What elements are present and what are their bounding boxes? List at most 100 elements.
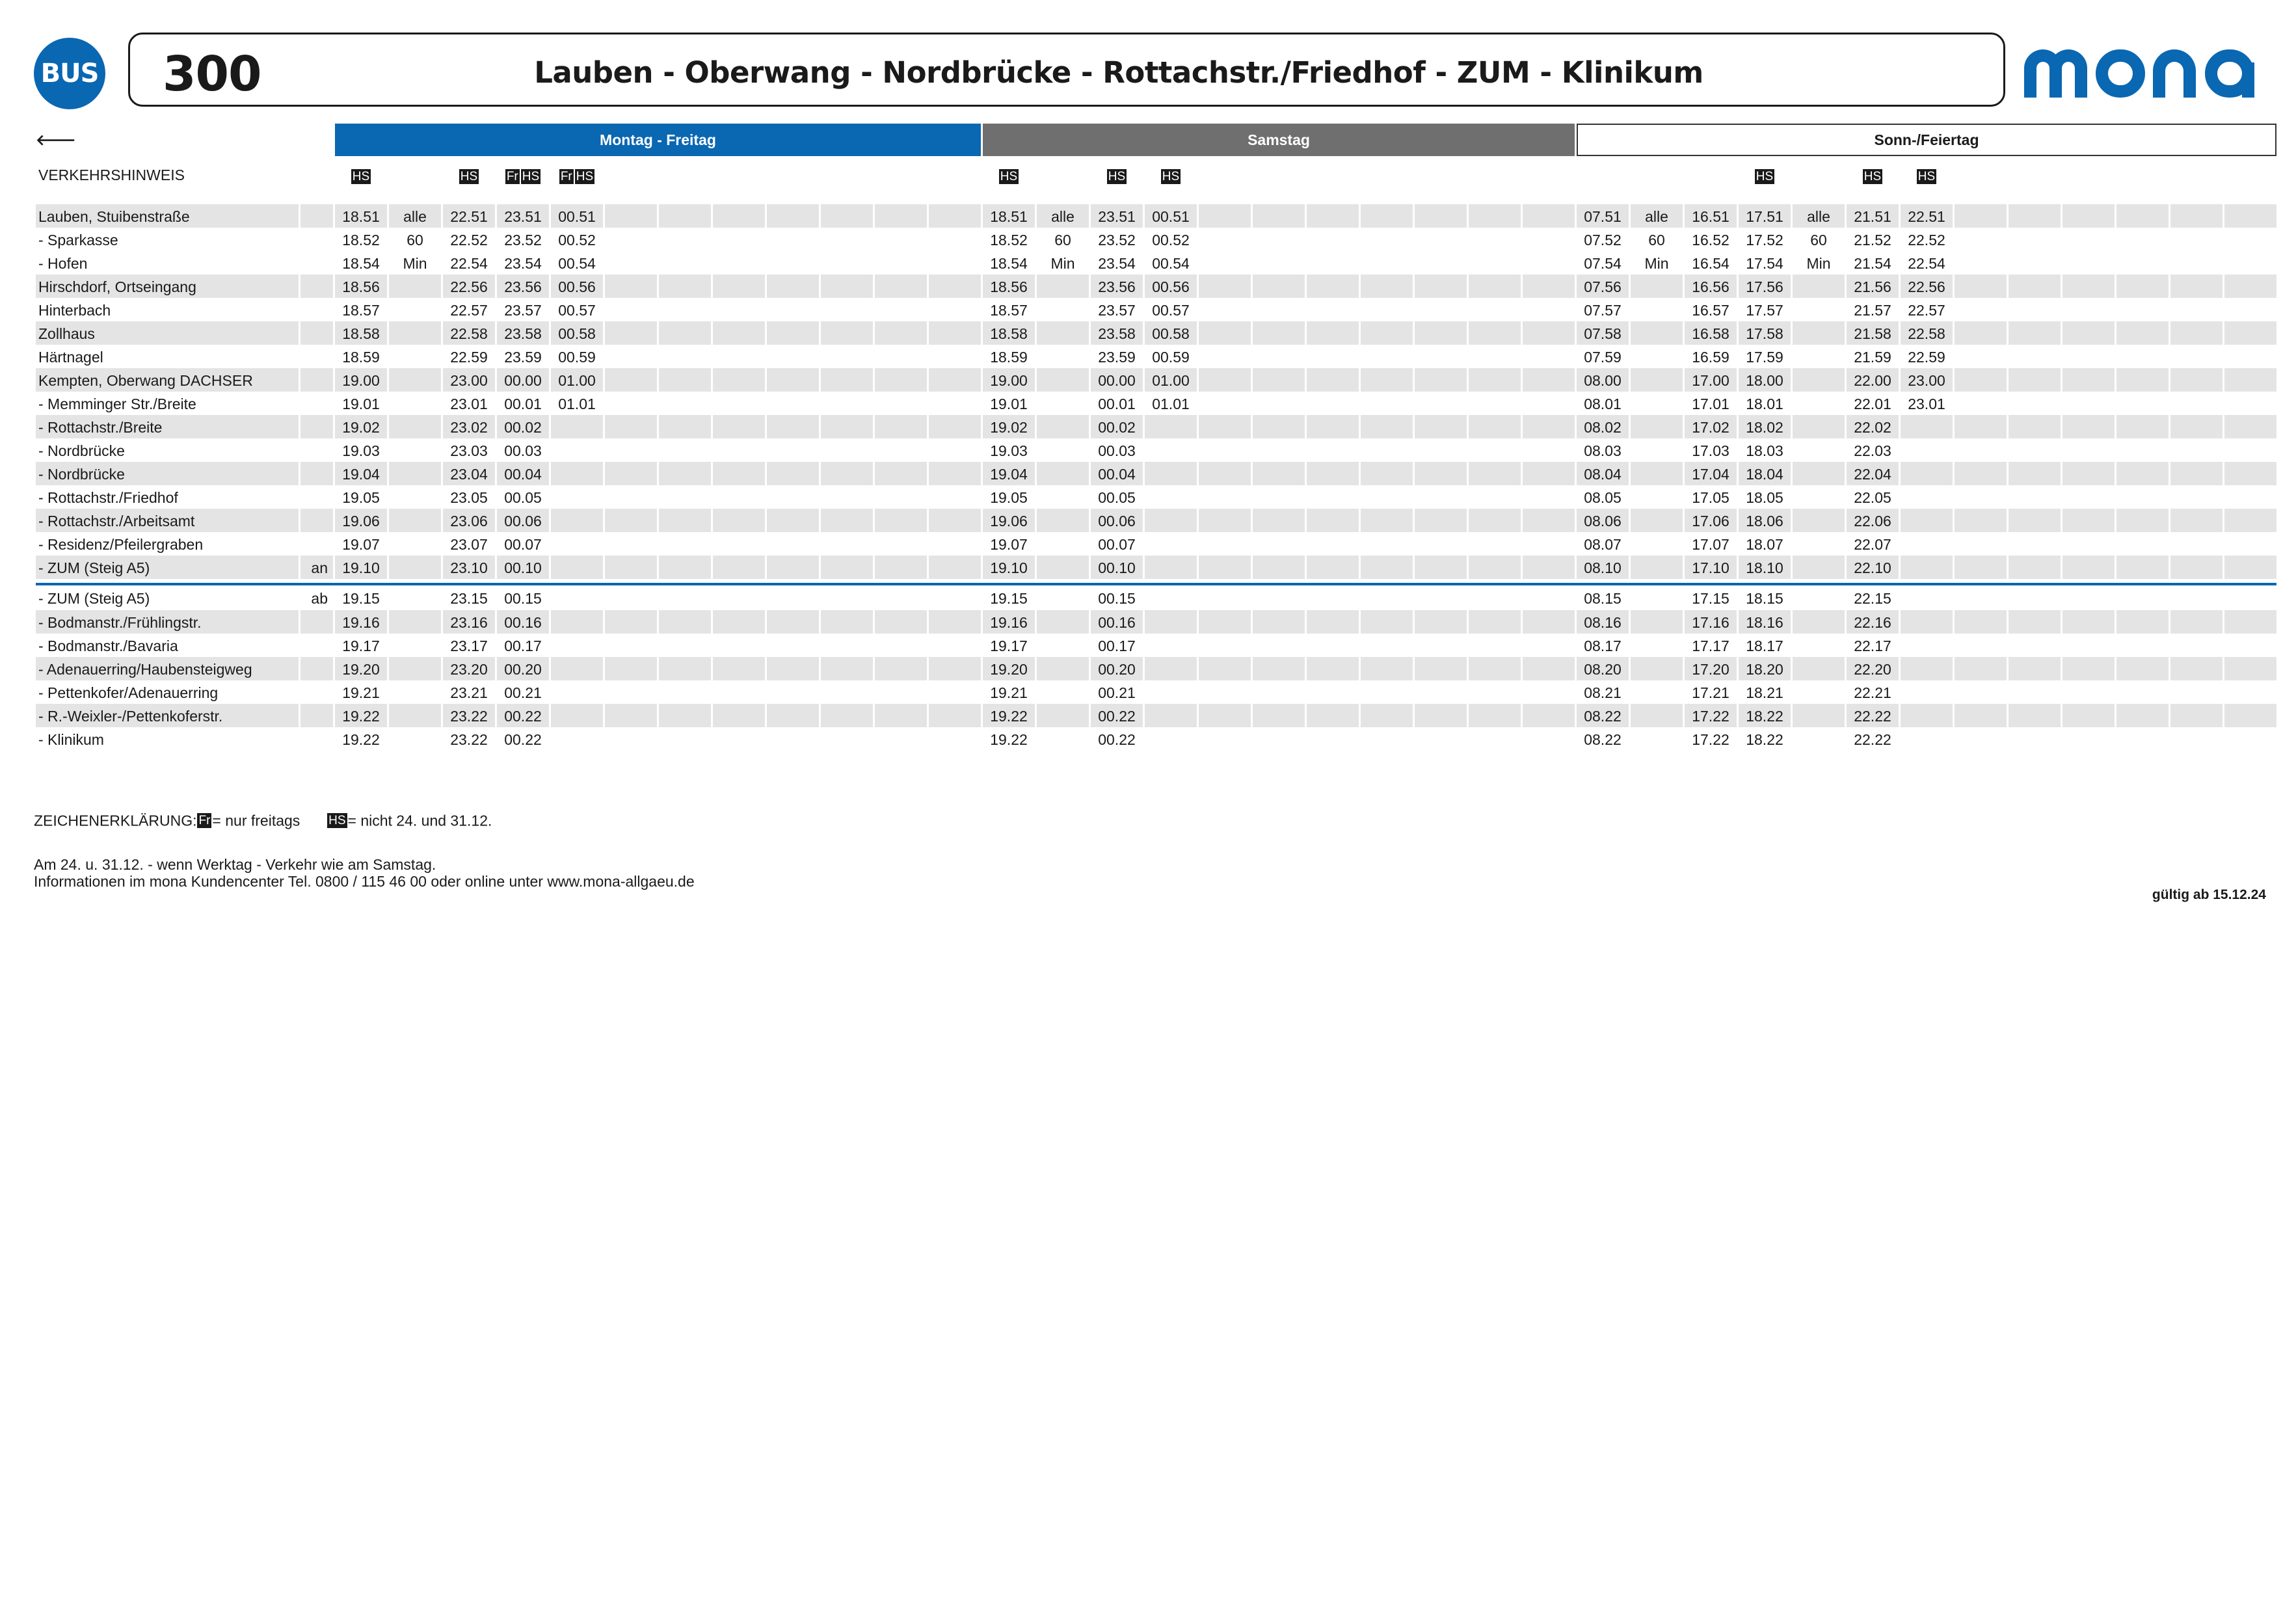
time-cell — [1361, 345, 1413, 368]
time-cell — [659, 392, 711, 415]
time-cell — [1793, 368, 1845, 392]
time-cell — [389, 680, 441, 704]
time-cell: 22.54 — [450, 254, 488, 272]
time-cell — [875, 485, 927, 509]
time-cell: 07.56 — [1577, 275, 1629, 298]
time-cell: 22.56 — [443, 275, 495, 298]
time-cell — [1253, 727, 1305, 751]
time-cell: 00.00 — [497, 368, 549, 392]
time-cell — [767, 509, 819, 532]
time-cell: 22.57 — [1908, 301, 1945, 319]
time-cell — [2116, 610, 2169, 634]
time-cell — [713, 556, 765, 579]
time-cell: 17.21 — [1692, 684, 1729, 701]
time-cell: 19.07 — [342, 535, 380, 553]
time-cell — [551, 532, 603, 556]
table-row: - Rottachstr./Breite 19.02 23.02 00.02 19.02… — [36, 415, 2276, 438]
note-cell — [2009, 156, 2061, 193]
time-cell: 19.22 — [990, 730, 1028, 748]
time-cell — [1469, 251, 1521, 275]
time-cell — [659, 415, 711, 438]
info-line-1: Am 24. u. 31.12. - wenn Werktag - Verkeh… — [34, 856, 436, 873]
time-cell: 22.22 — [1847, 704, 1899, 727]
back-arrow-icon[interactable]: 🡐 — [36, 124, 333, 156]
time-cell: 19.02 — [983, 415, 1035, 438]
time-cell — [1631, 392, 1683, 415]
time-cell — [1199, 345, 1251, 368]
time-cell: 18.57 — [342, 301, 380, 319]
arrival-departure-marker — [300, 368, 333, 392]
time-cell: 00.17 — [1098, 637, 1136, 654]
time-cell: 08.01 — [1584, 395, 1622, 412]
time-cell — [2224, 438, 2276, 462]
time-cell: 00.51 — [1145, 204, 1197, 228]
time-cell — [2224, 610, 2276, 634]
time-cell — [1901, 610, 1953, 634]
time-cell: 60 — [1648, 231, 1665, 248]
time-cell — [2009, 415, 2061, 438]
time-cell — [2062, 485, 2115, 509]
time-cell — [1145, 585, 1197, 610]
time-cell — [2224, 585, 2276, 610]
time-cell — [1199, 704, 1251, 727]
time-cell: 00.03 — [504, 442, 542, 459]
time-cell — [767, 610, 819, 634]
time-cell — [1037, 509, 1089, 532]
note-cell — [2116, 156, 2169, 193]
time-cell — [1253, 509, 1305, 532]
table-row: - Sparkasse 18.52 60 22.52 23.52 00.52 18.52 60… — [36, 228, 2276, 251]
time-cell: 22.52 — [450, 231, 488, 248]
time-cell — [821, 509, 873, 532]
arrival-departure-marker — [300, 532, 333, 556]
time-cell — [1145, 634, 1197, 657]
time-cell: 23.54 — [504, 254, 542, 272]
time-cell — [929, 204, 981, 228]
time-cell — [1955, 275, 2007, 298]
time-cell: 18.03 — [1746, 442, 1783, 459]
time-cell — [2062, 368, 2115, 392]
time-cell — [1901, 704, 1953, 727]
time-cell — [821, 532, 873, 556]
time-cell: 07.57 — [1584, 301, 1622, 319]
time-cell: 23.03 — [450, 442, 488, 459]
time-cell — [1199, 392, 1251, 415]
time-cell — [2224, 462, 2276, 485]
time-cell — [2224, 509, 2276, 532]
time-cell — [1955, 298, 2007, 321]
time-cell — [2009, 321, 2061, 345]
time-cell — [875, 556, 927, 579]
note-cell — [929, 156, 981, 193]
time-cell: 08.03 — [1584, 442, 1622, 459]
time-cell: 19.20 — [983, 657, 1035, 680]
time-cell — [605, 204, 657, 228]
time-cell — [2009, 462, 2061, 485]
route-title: Lauben - Oberwang - Nordbrücke - Rottach… — [534, 55, 1703, 90]
time-cell — [1253, 321, 1305, 345]
time-cell: 18.22 — [1746, 730, 1783, 748]
time-cell: 17.10 — [1685, 556, 1737, 579]
stop-name: Hinterbach — [38, 301, 111, 319]
time-cell — [1037, 532, 1089, 556]
time-cell — [659, 438, 711, 462]
time-cell — [1793, 392, 1845, 415]
time-cell — [1361, 321, 1413, 345]
time-cell — [875, 585, 927, 610]
time-cell — [1307, 556, 1359, 579]
time-cell: 21.52 — [1854, 231, 1891, 248]
time-cell — [821, 680, 873, 704]
time-cell — [659, 321, 711, 345]
time-cell: 16.52 — [1692, 231, 1729, 248]
time-cell — [929, 392, 981, 415]
time-cell — [605, 321, 657, 345]
time-cell — [767, 368, 819, 392]
time-cell: 19.10 — [983, 556, 1035, 579]
time-cell — [2009, 251, 2061, 275]
time-cell — [1253, 485, 1305, 509]
note-tag: HS — [520, 168, 541, 184]
time-cell — [1469, 392, 1521, 415]
time-cell — [713, 415, 765, 438]
time-cell — [1631, 345, 1683, 368]
time-cell — [659, 680, 711, 704]
table-row: - ZUM (Steig A5) an 19.10 23.10 00.10 19.10 00… — [36, 556, 2276, 579]
arrival-departure-marker: an — [300, 556, 333, 579]
